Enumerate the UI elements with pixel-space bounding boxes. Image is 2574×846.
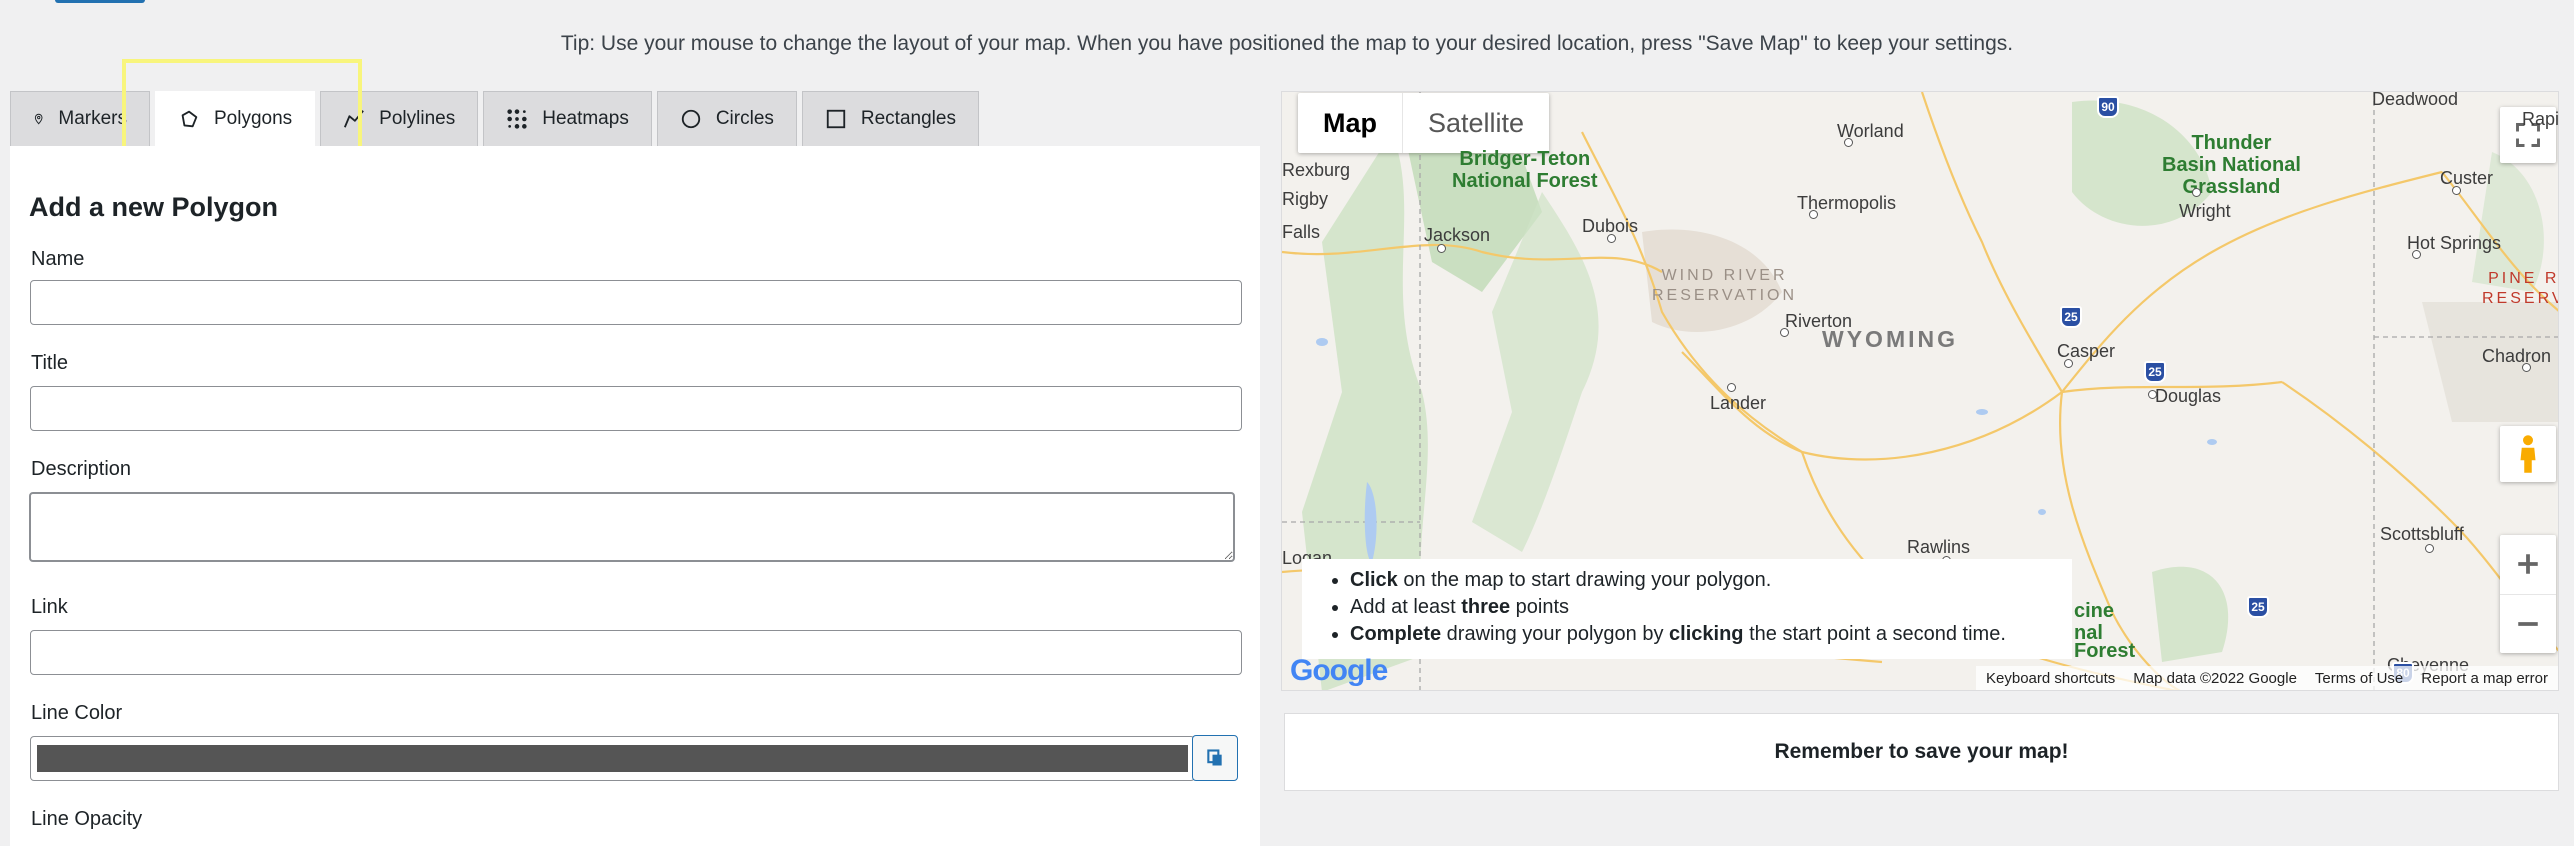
rectangle-icon (826, 109, 846, 129)
tab-label: Polygons (214, 108, 293, 129)
map-type-switch: Map Satellite (1298, 93, 1550, 153)
map-label-deadwood: Deadwood (2372, 91, 2459, 109)
map-label-cine: cine (2074, 600, 2115, 622)
line-color-input[interactable] (30, 736, 1195, 781)
tab-circles[interactable]: Circles (656, 91, 797, 146)
zoom-in-button[interactable] (2500, 535, 2556, 595)
circle-icon (681, 109, 700, 129)
map-city-dot (1844, 138, 1853, 147)
heatmap-icon (507, 109, 527, 129)
map-city-dot (2148, 390, 2157, 399)
polygon-icon (181, 110, 198, 128)
page-title: Add a new Polygon (29, 192, 279, 222)
polygon-form-panel: Add a new Polygon Name Title Description… (10, 146, 1260, 846)
map-label-wyoming: WYOMING (1822, 326, 1958, 352)
copy-color-button[interactable] (1192, 735, 1238, 781)
drawing-instructions: Click on the map to start drawing your p… (1302, 559, 2072, 659)
map-type-map-button[interactable]: Map (1298, 93, 1403, 153)
map-footer: Keyboard shortcuts Map data ©2022 Google… (1976, 666, 2558, 690)
zoom-out-button[interactable] (2500, 595, 2556, 654)
terms-of-use-link[interactable]: Terms of Use (2315, 670, 2403, 687)
tab-label: Polylines (379, 108, 456, 129)
tip-text: Tip: Use your mouse to change the layout… (560, 32, 2014, 55)
tab-heatmaps[interactable]: Heatmaps (483, 91, 652, 146)
map-pin-icon (34, 113, 43, 125)
tab-label: Markers (58, 108, 127, 129)
map-label-scottsbluff: Scottsbluff (2380, 524, 2464, 544)
save-reminder: Remember to save your map! (1284, 713, 2559, 791)
keyboard-shortcuts-link[interactable]: Keyboard shortcuts (1986, 670, 2115, 687)
description-textarea[interactable] (29, 492, 1235, 562)
copy-icon (1207, 749, 1222, 766)
map-city-dot (2192, 188, 2201, 197)
map-label-jackson: Jackson (1424, 225, 1491, 245)
map-city-dot (1607, 234, 1616, 243)
link-label: Link (31, 596, 68, 618)
map-label-falls: Falls (1282, 222, 1321, 242)
map-label-thunder-basin: Thunder Basin National Grassland (2162, 132, 2301, 198)
map-city-dot (1437, 244, 1446, 253)
interstate-shield: 90 (2097, 96, 2119, 118)
map-label-bridger-teton: Bridger-Teton National Forest (1452, 148, 1598, 192)
plus-icon (2518, 554, 2538, 574)
map-city-dot (1780, 328, 1789, 337)
instruction-item: Click on the map to start drawing your p… (1350, 567, 2072, 594)
report-map-error-link[interactable]: Report a map error (2421, 670, 2548, 687)
tab-label: Circles (715, 108, 774, 129)
map-city-dot (1809, 210, 1818, 219)
description-label: Description (31, 458, 132, 480)
map-data-attribution: Map data ©2022 Google (2133, 669, 2297, 687)
tab-label: Rectangles (860, 108, 956, 129)
map-label-wind-river-reservation: WIND RIVER RESERVATION (1652, 267, 1798, 304)
polyline-icon (344, 110, 365, 128)
map-city-dot (2064, 359, 2073, 368)
link-input[interactable] (30, 630, 1242, 675)
instruction-item: Add at least three points (1350, 594, 2072, 621)
minus-icon (2518, 621, 2538, 626)
shape-tabs: Markers Polygons Polylines Heatmaps Circ… (10, 91, 979, 146)
interstate-shield: 25 (2060, 306, 2082, 328)
map-city-dot (1727, 383, 1736, 392)
google-logo: Google (1290, 654, 1388, 687)
title-input[interactable] (30, 386, 1242, 431)
map-city-dot (2412, 250, 2421, 259)
tab-polylines[interactable]: Polylines (320, 91, 479, 146)
top-button-edge[interactable] (55, 0, 145, 3)
zoom-controls (2500, 535, 2556, 653)
line-color-label: Line Color (31, 702, 123, 724)
instruction-item: Complete drawing your polygon by clickin… (1350, 621, 2072, 648)
map-city-dot (2522, 363, 2531, 372)
map-label-custer: Custer (2440, 168, 2494, 188)
map-label-lander: Lander (1710, 393, 1767, 413)
map-city-dot (2425, 544, 2434, 553)
map-city-dot (2452, 186, 2461, 195)
tab-polygons[interactable]: Polygons (155, 91, 316, 146)
map-label-rigby: Rigby (1282, 189, 1329, 209)
pegman-icon (2520, 435, 2536, 473)
map-label-douglas: Douglas (2155, 386, 2222, 406)
name-label: Name (31, 248, 85, 270)
line-color-swatch (37, 745, 1188, 772)
map-label-rawlins: Rawlins (1907, 537, 1971, 557)
map-label-rapid: Rapi (2522, 109, 2559, 129)
street-view-button[interactable] (2500, 426, 2556, 482)
map-type-satellite-button[interactable]: Satellite (1403, 93, 1549, 153)
line-opacity-label: Line Opacity (31, 808, 143, 830)
map-label-wright: Wright (2179, 201, 2231, 221)
map-label-forest: Forest (2074, 640, 2136, 662)
tab-label: Heatmaps (542, 108, 629, 129)
map-canvas[interactable]: Map Satellite Worland Thunder Basin Nati… (1281, 91, 2559, 691)
map-label-rexburg: Rexburg (1282, 160, 1351, 180)
map-label-pine-ridge: PINE R RESERV (2482, 270, 2559, 307)
tab-rectangles[interactable]: Rectangles (801, 91, 979, 146)
title-label: Title (31, 352, 69, 374)
map-label-hot-springs: Hot Springs (2407, 233, 2502, 253)
map-label-chadron: Chadron (2482, 346, 2552, 366)
interstate-shield: 25 (2144, 361, 2166, 383)
interstate-shield: 25 (2247, 596, 2269, 618)
tab-markers[interactable]: Markers (10, 91, 150, 146)
name-input[interactable] (30, 280, 1242, 325)
